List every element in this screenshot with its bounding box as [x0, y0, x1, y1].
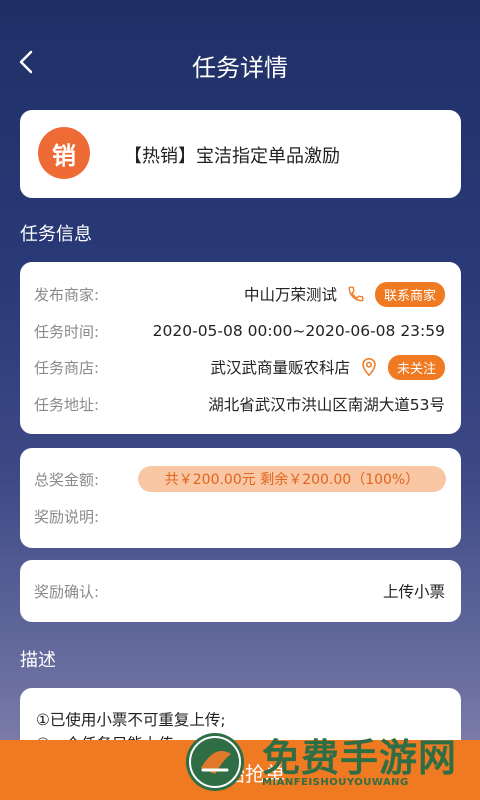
merchant-label: 发布商家: — [34, 285, 100, 304]
reward-confirm-card: 奖励确认: 上传小票 — [20, 560, 461, 622]
watermark-title: 免费手游网 — [262, 735, 458, 780]
description-line-1: ①已使用小票不可重复上传; — [36, 711, 226, 729]
merchant-value: 中山万荣测试 — [243, 286, 337, 304]
hot-sale-badge: 销 — [38, 127, 90, 179]
watermark-subtitle: MIANFEISHOUYOUWANG — [262, 777, 409, 788]
follow-button[interactable]: 未关注 — [387, 354, 445, 380]
store-value: 武汉武商量贩农科店 — [210, 359, 350, 377]
store-label: 任务商店: — [34, 358, 100, 377]
address-value: 湖北省武汉市洪山区南湖大道53号 — [208, 396, 445, 414]
task-card[interactable]: 销 【热销】宝洁指定单品激励 — [20, 110, 461, 198]
reward-desc-label: 奖励说明: — [34, 507, 100, 526]
total-reward-pill: 共￥200.00元 剩余￥200.00（100%） — [138, 466, 446, 492]
reward-confirm-label: 奖励确认: — [34, 582, 100, 601]
upload-receipt-link[interactable]: 上传小票 — [383, 580, 445, 602]
watermark-logo-icon — [186, 733, 244, 791]
address-label: 任务地址: — [34, 395, 100, 414]
page-title: 任务详情 — [192, 54, 288, 82]
reward-card: 总奖金额: 共￥200.00元 剩余￥200.00（100%） 奖励说明: — [20, 448, 461, 548]
section-description: 描述 — [20, 650, 56, 671]
phone-icon[interactable] — [347, 285, 365, 303]
location-pin-icon[interactable] — [360, 357, 378, 377]
time-row: 任务时间: 2020-05-08 00:00~2020-06-08 23:59 — [34, 317, 445, 345]
time-value: 2020-05-08 00:00~2020-06-08 23:59 — [152, 322, 445, 340]
header: 任务详情 — [0, 0, 480, 120]
task-info-card: 发布商家: 中山万荣测试 联系商家 任务时间: 2020-05-08 00:00… — [20, 262, 461, 434]
time-label: 任务时间: — [34, 322, 100, 341]
store-row: 任务商店: 武汉武商量贩农科店 未关注 — [34, 353, 445, 381]
reward-desc-row: 奖励说明: — [34, 502, 445, 530]
total-reward-label: 总奖金额: — [34, 470, 100, 489]
section-task-info: 任务信息 — [20, 224, 92, 245]
reward-confirm-row: 奖励确认: 上传小票 — [34, 577, 445, 605]
merchant-row: 发布商家: 中山万荣测试 联系商家 — [34, 280, 445, 308]
contact-merchant-button[interactable]: 联系商家 — [374, 281, 445, 307]
address-row: 任务地址: 湖北省武汉市洪山区南湖大道53号 — [34, 390, 445, 418]
task-title: 【热销】宝洁指定单品激励 — [124, 146, 340, 167]
